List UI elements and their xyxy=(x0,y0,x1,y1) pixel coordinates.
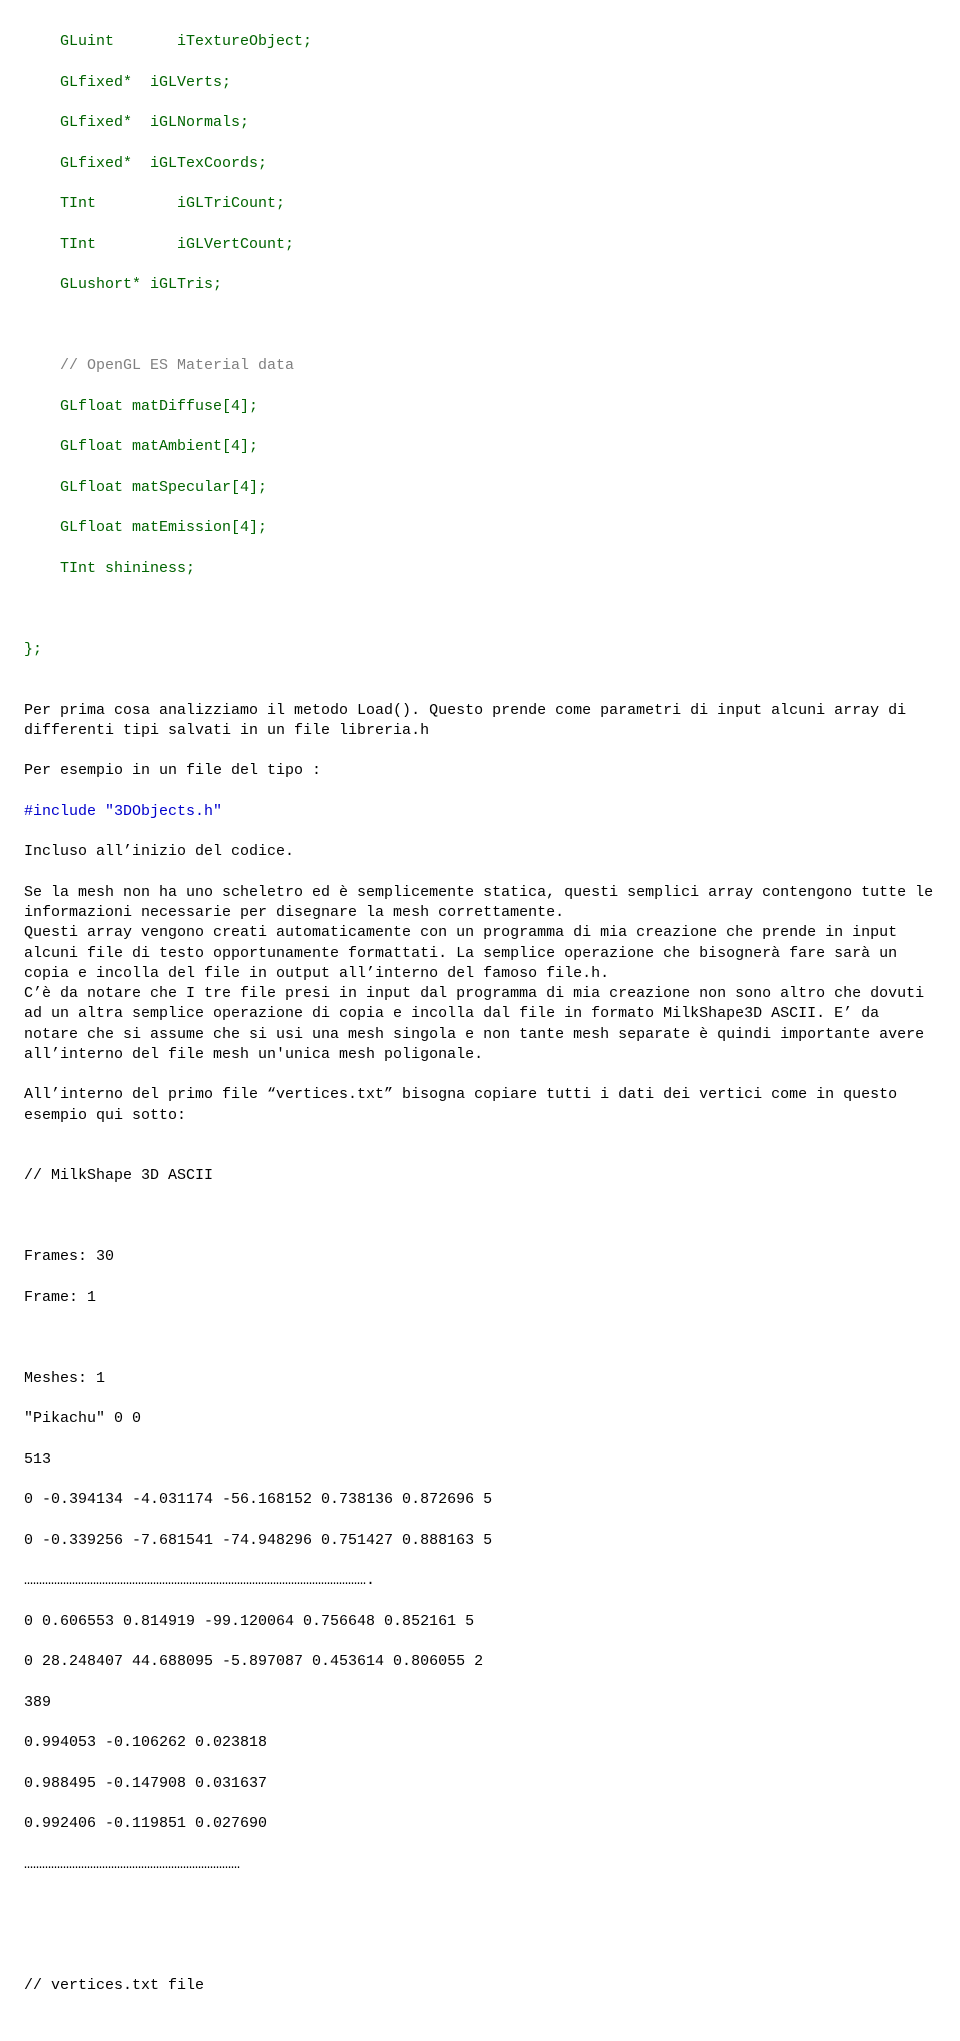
paragraph: Se la mesh non ha uno scheletro ed è sem… xyxy=(24,883,936,924)
code-line: GLfixed* iGLNormals; xyxy=(24,113,936,133)
ellipsis-line: ……………………………………………………………… xyxy=(24,1855,936,1875)
code-line: Frames: 30 xyxy=(24,1247,936,1267)
paragraph: Incluso all’inizio del codice. xyxy=(24,842,936,862)
code-line: GLfloat matDiffuse[4]; xyxy=(24,397,936,417)
code-line: "Pikachu" 0 0 xyxy=(24,1409,936,1429)
code-line: 389 xyxy=(24,1693,936,1713)
code-block-struct: GLuint iTextureObject; GLfixed* iGLVerts… xyxy=(24,12,936,680)
code-line: GLuint iTextureObject; xyxy=(24,32,936,52)
code-block-milkshape: // MilkShape 3D ASCII Frames: 30 Frame: … xyxy=(24,1146,936,2017)
ellipsis-line: ……………………………………………………………………………………………………. xyxy=(24,1571,936,1591)
paragraph: Questi array vengono creati automaticame… xyxy=(24,923,936,984)
code-line: 0.992406 -0.119851 0.027690 xyxy=(24,1814,936,1834)
code-line: GLfloat matEmission[4]; xyxy=(24,518,936,538)
paragraph: Per prima cosa analizziamo il metodo Loa… xyxy=(24,701,936,742)
code-line: // MilkShape 3D ASCII xyxy=(24,1166,936,1186)
include-directive: #include "3DObjects.h" xyxy=(24,802,936,822)
code-line: 0.994053 -0.106262 0.023818 xyxy=(24,1733,936,1753)
code-line: GLfloat matAmbient[4]; xyxy=(24,437,936,457)
paragraph: C’è da notare che I tre file presi in in… xyxy=(24,984,936,1065)
code-struct-end: }; xyxy=(24,640,936,660)
code-line: 513 xyxy=(24,1450,936,1470)
code-line: TInt iGLVertCount; xyxy=(24,235,936,255)
code-line: 0.988495 -0.147908 0.031637 xyxy=(24,1774,936,1794)
code-line: Frame: 1 xyxy=(24,1288,936,1308)
code-line: GLfixed* iGLVerts; xyxy=(24,73,936,93)
code-line: TInt shininess; xyxy=(24,559,936,579)
code-line: TInt iGLTriCount; xyxy=(24,194,936,214)
code-line: GLfloat matSpecular[4]; xyxy=(24,478,936,498)
code-line: GLfixed* iGLTexCoords; xyxy=(24,154,936,174)
paragraph: Per esempio in un file del tipo : xyxy=(24,761,936,781)
code-line: 0 -0.339256 -7.681541 -74.948296 0.75142… xyxy=(24,1531,936,1551)
code-comment: // OpenGL ES Material data xyxy=(24,356,936,376)
code-line: 0 -0.394134 -4.031174 -56.168152 0.73813… xyxy=(24,1490,936,1510)
code-line: GLushort* iGLTris; xyxy=(24,275,936,295)
code-line: Meshes: 1 xyxy=(24,1369,936,1389)
code-line: 0 28.248407 44.688095 -5.897087 0.453614… xyxy=(24,1652,936,1672)
code-line: // vertices.txt file xyxy=(24,1976,936,1996)
code-line: 0 0.606553 0.814919 -99.120064 0.756648 … xyxy=(24,1612,936,1632)
paragraph: All’interno del primo file “vertices.txt… xyxy=(24,1085,936,1126)
